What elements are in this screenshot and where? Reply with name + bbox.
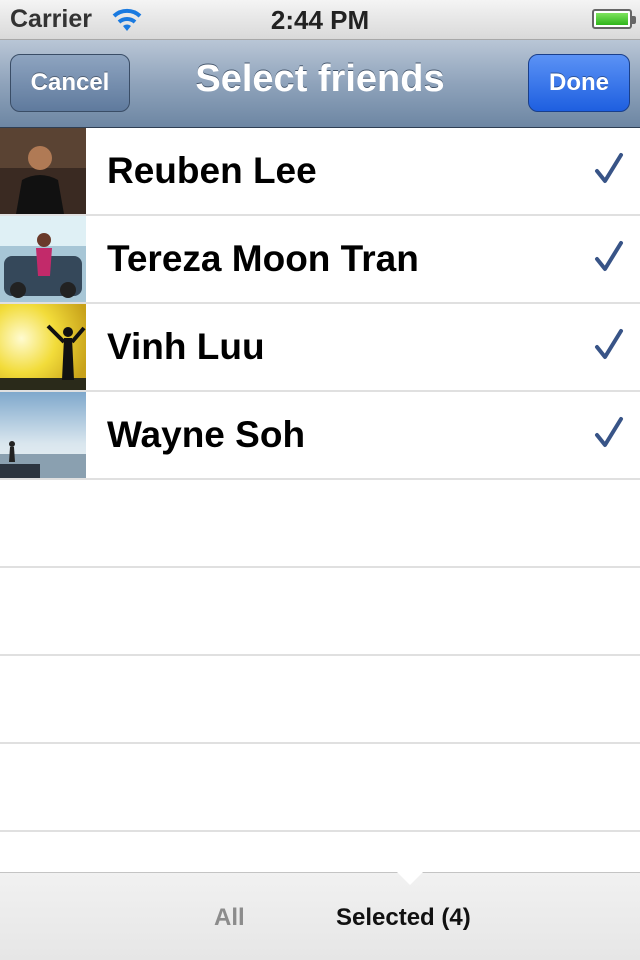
checkmark-icon [595,329,623,359]
friend-name: Vinh Luu [107,326,265,367]
checkmark-icon [595,153,623,183]
checkmark-icon [595,241,623,271]
empty-row [0,656,640,744]
selection-indicator [397,872,423,885]
friend-name: Tereza Moon Tran [107,238,419,279]
tab-selected[interactable]: Selected (4) [336,904,471,932]
done-button[interactable]: Done [528,54,630,112]
bottom-tab-bar: All Selected (4) [0,872,640,960]
avatar [0,128,86,214]
friend-row[interactable]: Vinh Luu [0,304,640,392]
avatar [0,216,86,302]
empty-row [0,568,640,656]
empty-row [0,480,640,568]
tab-all[interactable]: All [214,904,245,932]
friend-row[interactable]: Wayne Soh [0,392,640,480]
battery-icon [592,9,636,29]
empty-row [0,744,640,832]
status-bar: Carrier 2:44 PM [0,0,640,40]
avatar [0,392,86,478]
clock: 2:44 PM [270,5,370,35]
avatar [0,304,86,390]
friend-name: Wayne Soh [107,414,306,455]
friend-row[interactable]: Reuben Lee [0,128,640,216]
navigation-bar: Cancel Select friends Done [0,40,640,128]
friend-name: Reuben Lee [107,150,317,191]
friend-list: Reuben Lee Tereza Moon Tran Vinh Luu Way… [0,128,640,832]
friend-row[interactable]: Tereza Moon Tran [0,216,640,304]
checkmark-icon [595,417,623,447]
